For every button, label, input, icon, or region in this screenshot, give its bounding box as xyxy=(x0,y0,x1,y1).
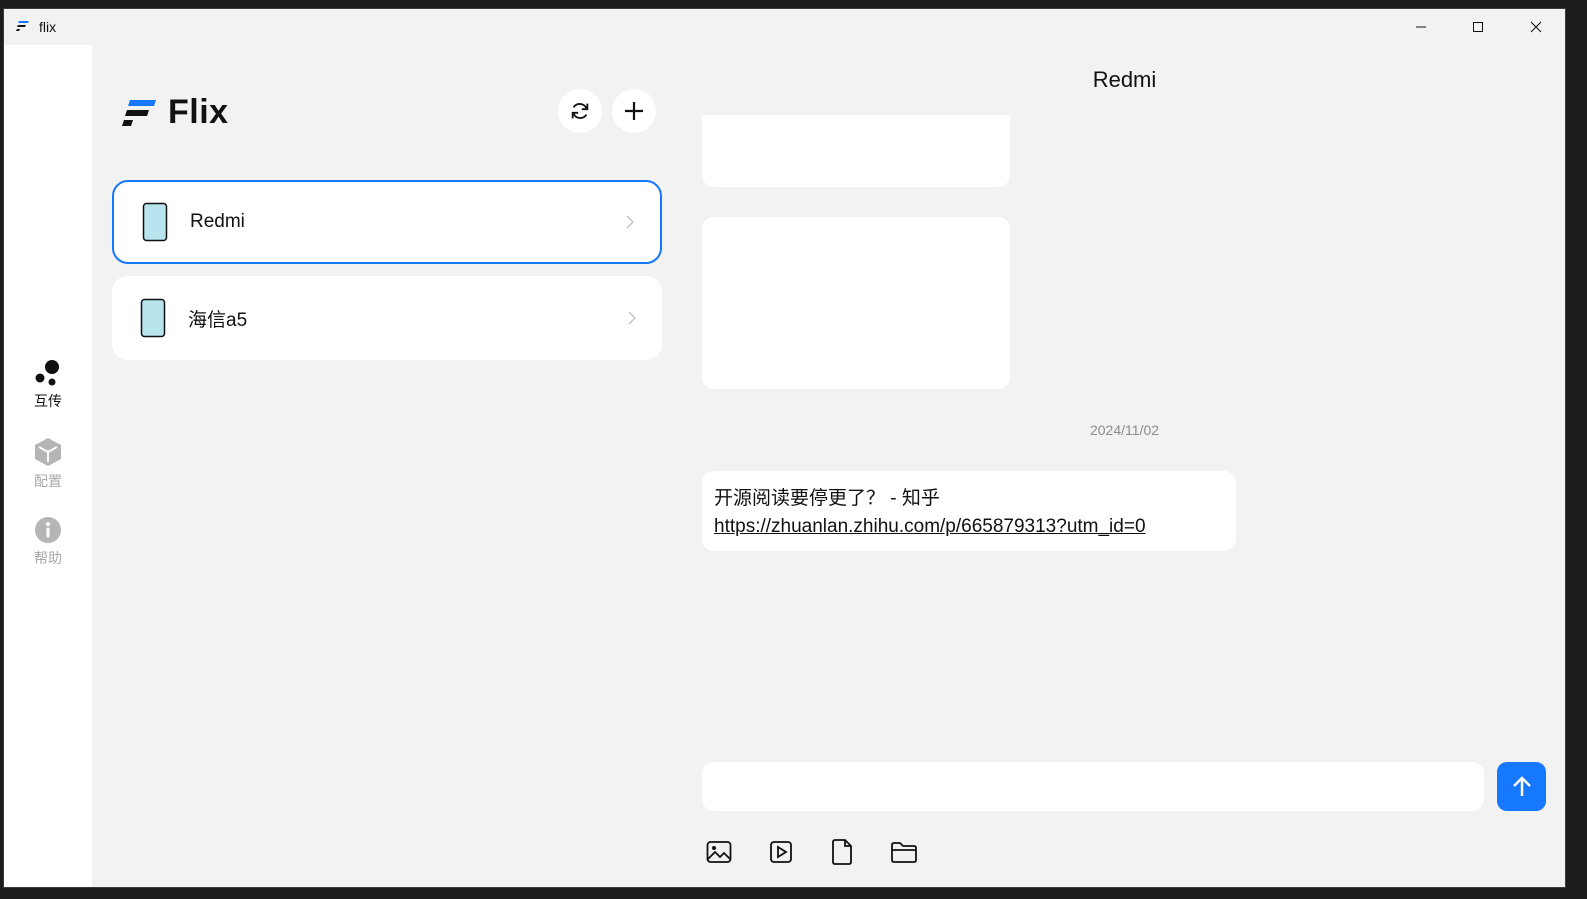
message-bubble-text[interactable]: 开源阅读要停更了？ - 知乎 https://zhuanlan.zhihu.co… xyxy=(702,471,1236,551)
app-window: flix 互传 配置 帮助 Flix Redmi 海信a5 Redmi 2024… xyxy=(3,8,1566,888)
video-play-icon xyxy=(770,841,792,863)
device-item[interactable]: Redmi xyxy=(112,180,662,264)
app-logo-icon xyxy=(16,21,29,31)
device-item[interactable]: 海信a5 xyxy=(112,276,662,360)
send-button[interactable] xyxy=(1497,762,1546,811)
close-button[interactable] xyxy=(1513,9,1559,45)
chat-panel: Redmi 2024/11/02 开源阅读要停更了？ - 知乎 https://… xyxy=(682,45,1565,887)
send-image-button[interactable] xyxy=(702,835,736,869)
refresh-button[interactable] xyxy=(558,89,602,133)
window-title: flix xyxy=(39,19,57,35)
config-cube-icon xyxy=(35,438,61,466)
info-icon xyxy=(35,517,61,543)
image-icon xyxy=(706,841,732,863)
flix-logo-icon xyxy=(122,99,156,126)
message-link[interactable]: https://zhuanlan.zhihu.com/p/665879313?u… xyxy=(714,516,1146,537)
brand: Flix xyxy=(122,93,229,132)
title-bar: flix xyxy=(4,9,1565,45)
minimize-button[interactable] xyxy=(1398,9,1444,45)
chat-title: Redmi xyxy=(1092,67,1157,92)
chevron-right-icon xyxy=(626,215,635,229)
refresh-icon xyxy=(571,103,589,119)
plus-icon xyxy=(625,102,643,120)
phone-icon xyxy=(142,202,168,242)
maximize-button[interactable] xyxy=(1455,9,1501,45)
nav-item-help[interactable]: 帮助 xyxy=(4,516,92,568)
message-input[interactable] xyxy=(702,762,1484,811)
file-icon xyxy=(832,839,852,865)
chevron-right-icon xyxy=(628,311,637,325)
device-name: 海信a5 xyxy=(188,309,248,331)
nav-item-config[interactable]: 配置 xyxy=(4,437,92,491)
add-device-button[interactable] xyxy=(612,89,656,133)
nav-item-label: 配置 xyxy=(34,473,62,489)
nav-item-transfer[interactable]: 互传 xyxy=(4,359,92,411)
nav-item-label: 帮助 xyxy=(34,550,62,566)
minimize-icon xyxy=(1416,26,1426,28)
send-video-button[interactable] xyxy=(764,835,798,869)
phone-icon xyxy=(140,298,166,338)
message-date: 2024/11/02 xyxy=(1089,422,1160,438)
nav-item-label: 互传 xyxy=(34,393,62,409)
transfer-icon xyxy=(35,360,59,386)
message-bubble-image[interactable] xyxy=(702,115,1010,187)
device-name: Redmi xyxy=(190,211,245,232)
folder-icon xyxy=(891,842,917,863)
close-icon xyxy=(1530,21,1542,33)
maximize-icon xyxy=(1473,22,1483,32)
arrow-up-icon xyxy=(1512,775,1531,796)
device-panel: Flix Redmi 海信a5 xyxy=(92,45,682,887)
send-file-button[interactable] xyxy=(825,835,859,869)
brand-name: Flix xyxy=(168,93,229,131)
nav-rail: 互传 配置 帮助 xyxy=(4,45,92,887)
message-bubble-image[interactable] xyxy=(702,217,1010,389)
message-text: 开源阅读要停更了？ - 知乎 xyxy=(714,488,940,509)
send-folder-button[interactable] xyxy=(887,835,921,869)
